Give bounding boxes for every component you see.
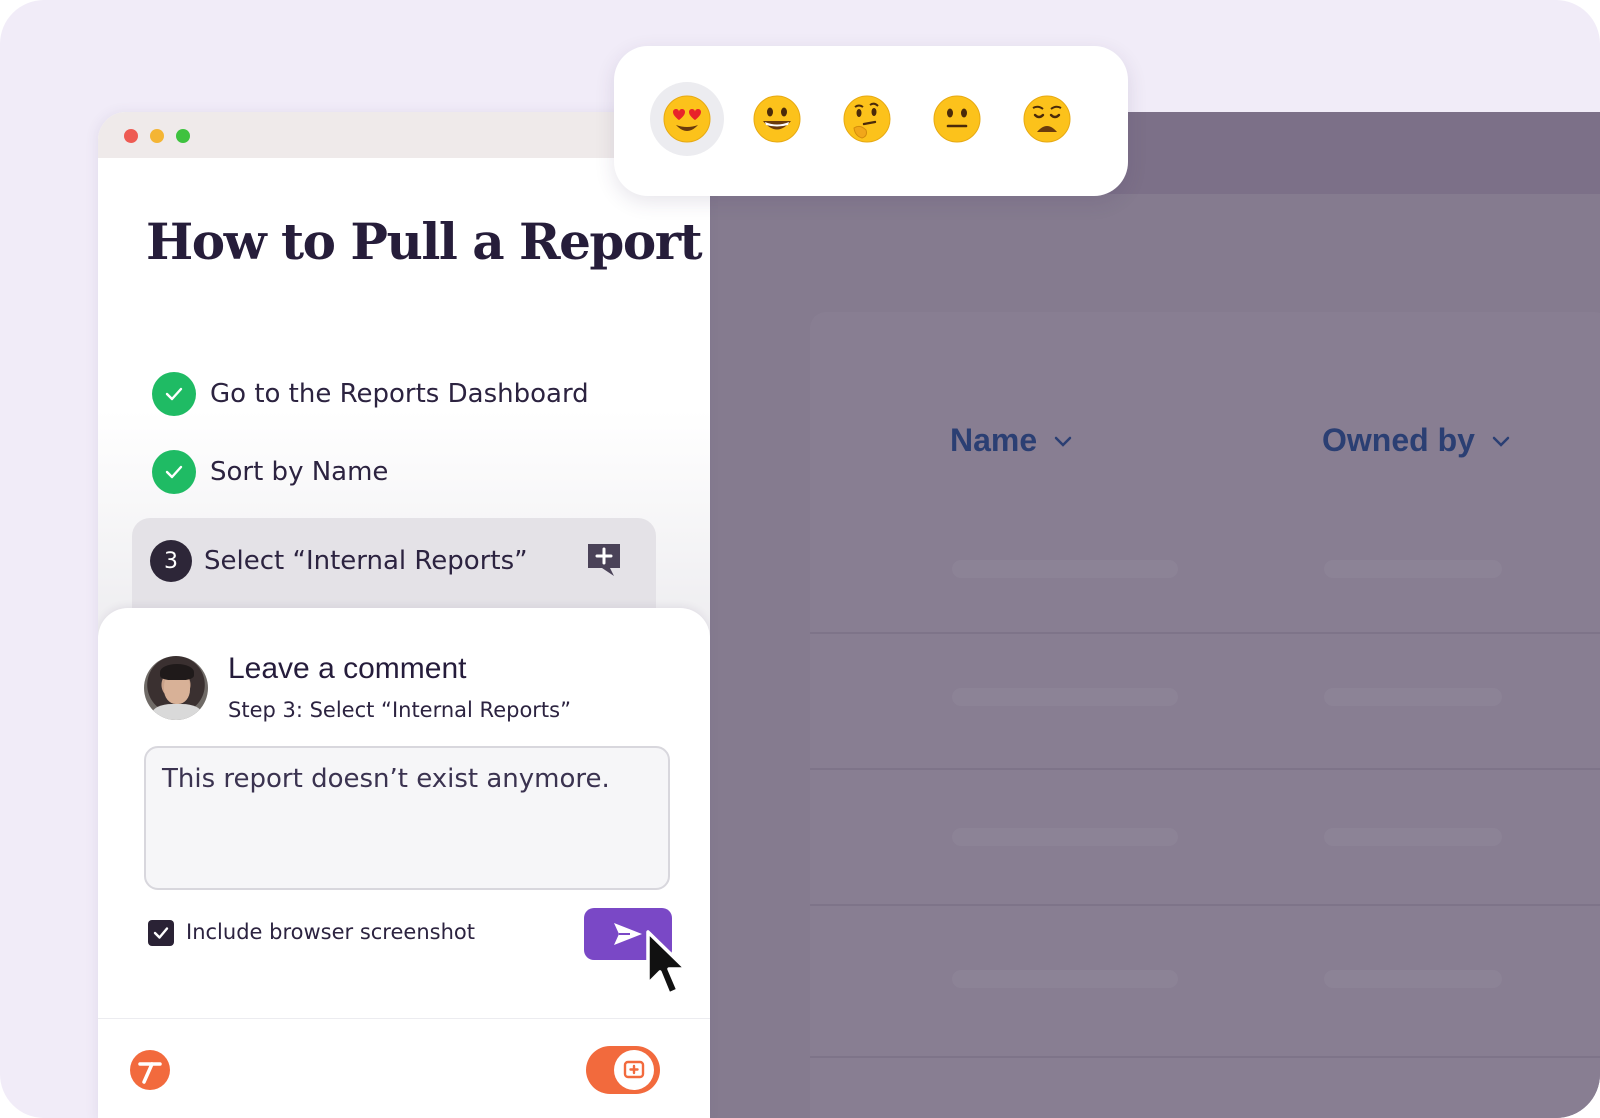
heart-eyes-emoji-icon[interactable]: [650, 82, 724, 156]
comment-textarea[interactable]: This report doesn’t exist anymore.: [144, 746, 670, 890]
capture-toggle[interactable]: [586, 1046, 660, 1094]
grinning-emoji-icon[interactable]: [740, 82, 814, 156]
column-header-label: Owned by: [1322, 422, 1475, 458]
table-row-placeholder: [1324, 560, 1502, 578]
column-header-owned-by[interactable]: Owned by: [1322, 422, 1513, 459]
brand-logo-icon: [130, 1050, 170, 1090]
column-header-name[interactable]: Name: [950, 422, 1075, 459]
send-icon: [614, 923, 642, 945]
row-divider: [810, 768, 1600, 770]
column-header-label: Name: [950, 422, 1038, 458]
table-row-placeholder: [1324, 828, 1502, 846]
row-divider: [810, 1056, 1600, 1058]
table-row-placeholder: [1324, 688, 1502, 706]
weary-emoji-icon[interactable]: [1010, 82, 1084, 156]
thinking-emoji-icon[interactable]: [830, 82, 904, 156]
table-row-placeholder: [952, 828, 1178, 846]
table-row-placeholder: [1324, 970, 1502, 988]
comment-text: This report doesn’t exist anymore.: [162, 764, 610, 794]
comment-panel: Leave a comment Step 3: Select “Internal…: [98, 608, 710, 1118]
include-screenshot-checkbox[interactable]: [148, 920, 174, 946]
step-label: Select “Internal Reports”: [204, 546, 528, 576]
guide-window: How to Pull a Report Go to the Reports D…: [98, 112, 710, 1118]
step-number-badge: 3: [150, 540, 192, 582]
check-circle-icon: [152, 372, 196, 416]
table-row-placeholder: [952, 688, 1178, 706]
comment-heading: Leave a comment: [228, 652, 467, 685]
screen-capture-icon: [614, 1050, 654, 1090]
row-divider: [810, 904, 1600, 906]
table-row-placeholder: [952, 560, 1178, 578]
reaction-bar: [614, 46, 1128, 196]
reports-table: Name Owned by: [810, 312, 1600, 1118]
close-window-button[interactable]: [124, 129, 138, 143]
step-item-2[interactable]: Sort by Name: [152, 450, 388, 494]
table-row-placeholder: [952, 970, 1178, 988]
mouse-cursor-icon: [646, 930, 688, 996]
check-circle-icon: [152, 450, 196, 494]
maximize-window-button[interactable]: [176, 129, 190, 143]
chevron-down-icon: [1054, 436, 1072, 447]
avatar: [144, 656, 208, 720]
step-label: Go to the Reports Dashboard: [210, 379, 589, 409]
row-divider: [810, 632, 1600, 634]
comment-step-reference: Step 3: Select “Internal Reports”: [228, 698, 571, 722]
checkmark-icon: [153, 927, 169, 939]
step-item-1[interactable]: Go to the Reports Dashboard: [152, 372, 589, 416]
footer-divider: [98, 1018, 710, 1019]
minimize-window-button[interactable]: [150, 129, 164, 143]
app-panel: Name Owned by: [700, 112, 1600, 1118]
include-screenshot-label[interactable]: Include browser screenshot: [186, 920, 475, 944]
canvas-background: Name Owned by How to Pull a Report Go to…: [0, 0, 1600, 1118]
step-label: Sort by Name: [210, 457, 389, 487]
chevron-down-icon: [1492, 436, 1510, 447]
add-comment-icon[interactable]: [584, 540, 624, 580]
neutral-emoji-icon[interactable]: [920, 82, 994, 156]
page-title: How to Pull a Report: [146, 212, 703, 271]
